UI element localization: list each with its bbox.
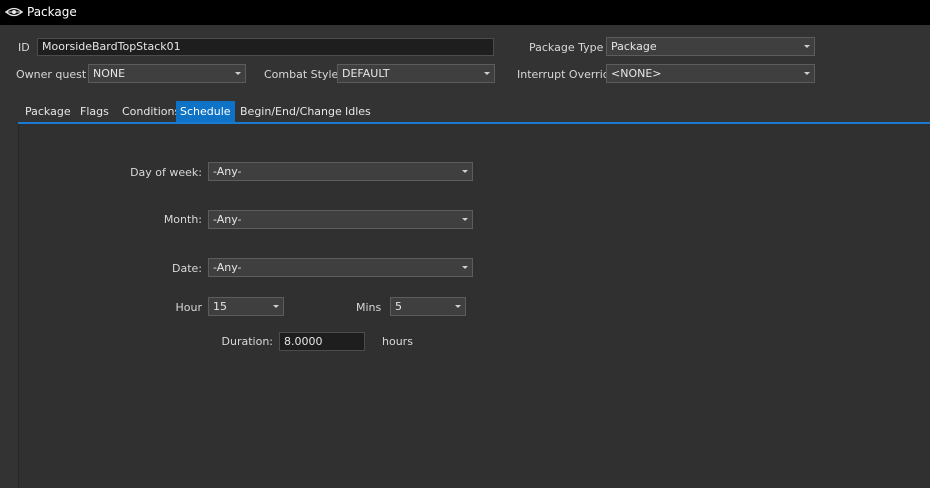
interrupt-override-select[interactable]: <NONE> <box>606 64 815 83</box>
package-type-label: Package Type <box>529 41 604 54</box>
chevron-down-icon <box>455 305 461 308</box>
date-value: -Any- <box>213 261 242 274</box>
date-select[interactable]: -Any- <box>208 258 473 277</box>
tab-package[interactable]: Package <box>22 101 74 122</box>
tab-flags[interactable]: Flags <box>77 101 112 122</box>
mins-label: Mins <box>356 301 382 314</box>
combat-style-label: Combat Style <box>264 68 339 81</box>
day-of-week-label: Day of week: <box>130 166 202 179</box>
month-label: Month: <box>163 213 202 226</box>
mins-select[interactable]: 5 <box>390 297 466 316</box>
chevron-down-icon <box>462 266 468 269</box>
day-of-week-select[interactable]: -Any- <box>208 162 473 181</box>
package-type-value: Package <box>611 40 657 53</box>
chevron-down-icon <box>462 218 468 221</box>
hour-value: 15 <box>213 300 227 313</box>
tab-conditions[interactable]: Conditions <box>119 101 183 122</box>
chevron-down-icon <box>235 72 241 75</box>
owner-quest-label: Owner quest <box>16 68 87 81</box>
interrupt-override-value: <NONE> <box>611 67 662 80</box>
chevron-down-icon <box>804 72 810 75</box>
id-input[interactable]: MoorsideBardTopStack01 <box>37 38 494 56</box>
title-bar: Package <box>0 0 930 25</box>
day-of-week-value: -Any- <box>213 165 242 178</box>
duration-label: Duration: <box>221 335 273 348</box>
package-type-select[interactable]: Package <box>606 37 815 56</box>
month-value: -Any- <box>213 213 242 226</box>
mins-value: 5 <box>395 300 402 313</box>
window-title: Package <box>27 5 77 19</box>
combat-style-value: DEFAULT <box>342 67 390 80</box>
eye-icon <box>5 7 23 17</box>
tab-idles[interactable]: Idles <box>342 101 374 122</box>
owner-quest-select[interactable]: NONE <box>88 64 246 83</box>
chevron-down-icon <box>462 170 468 173</box>
combat-style-select[interactable]: DEFAULT <box>337 64 495 83</box>
duration-input[interactable]: 8.0000 <box>279 332 365 351</box>
tab-begin-end-change[interactable]: Begin/End/Change <box>237 101 345 122</box>
date-label: Date: <box>172 262 202 275</box>
chevron-down-icon <box>484 72 490 75</box>
tab-schedule[interactable]: Schedule <box>176 101 235 122</box>
hour-select[interactable]: 15 <box>208 297 284 316</box>
interrupt-override-label: Interrupt Override <box>517 68 617 81</box>
chevron-down-icon <box>804 45 810 48</box>
duration-unit: hours <box>382 335 413 348</box>
month-select[interactable]: -Any- <box>208 210 473 229</box>
chevron-down-icon <box>273 305 279 308</box>
owner-quest-value: NONE <box>93 67 126 80</box>
hour-label: Hour <box>175 301 203 314</box>
id-label: ID <box>18 41 30 54</box>
